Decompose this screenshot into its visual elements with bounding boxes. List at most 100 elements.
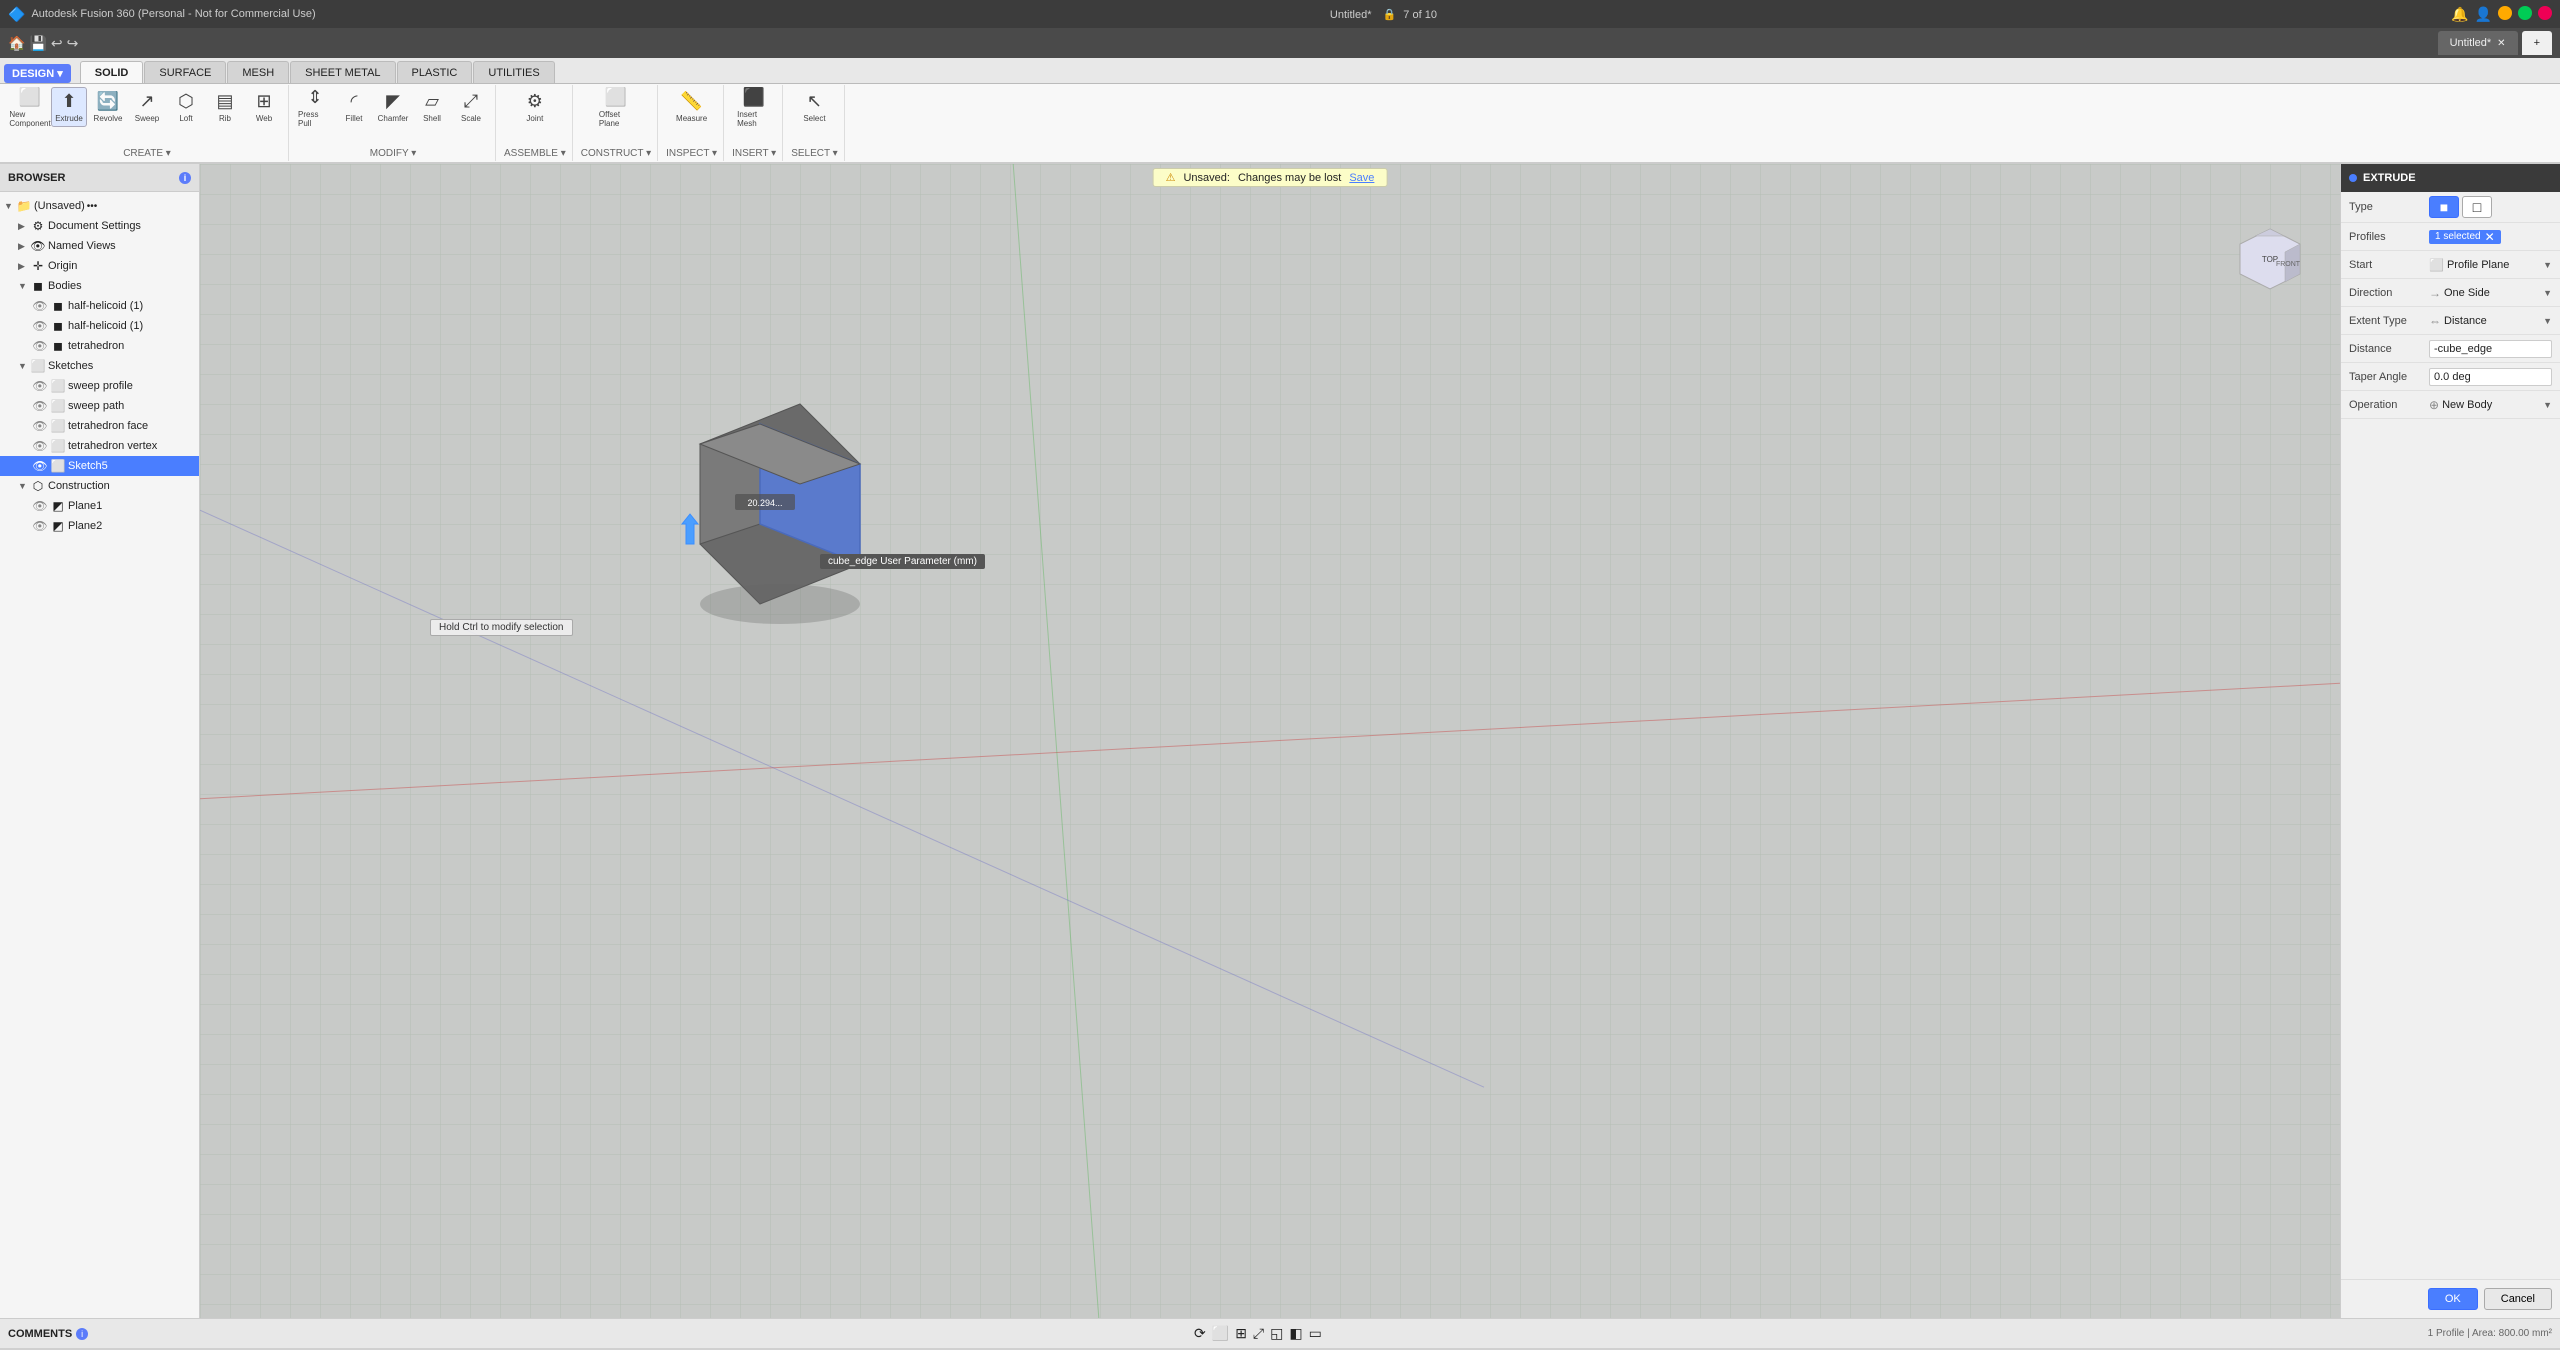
tree-item-tetrahedron[interactable]: 👁 ◼ tetrahedron: [0, 336, 199, 356]
type-solid-btn[interactable]: ■: [2429, 196, 2459, 218]
tree-item-sketch5[interactable]: 👁 ⬜ Sketch5: [0, 456, 199, 476]
tab-close-icon[interactable]: ✕: [2497, 38, 2505, 49]
half-helicoid-1-visibility[interactable]: 👁: [32, 299, 48, 313]
distance-input[interactable]: [2429, 340, 2552, 358]
tab-label: Untitled*: [2450, 37, 2492, 49]
tree-item-tet-face[interactable]: 👁 ⬜ tetrahedron face: [0, 416, 199, 436]
operation-icon: ⊕: [2429, 398, 2439, 412]
taper-angle-input[interactable]: [2429, 368, 2552, 386]
tet-face-visibility[interactable]: 👁: [32, 419, 48, 433]
offset-plane-btn[interactable]: ⬜ Offset Plane: [598, 87, 634, 127]
assemble-group-label[interactable]: ASSEMBLE ▾: [504, 148, 566, 159]
tab-mesh[interactable]: MESH: [227, 61, 289, 83]
modify-group: ⇕ Press Pull ◜ Fillet ◤ Chamfer ▱ Shell …: [291, 85, 496, 161]
operation-dropdown-arrow[interactable]: ▼: [2543, 400, 2552, 410]
cancel-button[interactable]: Cancel: [2484, 1288, 2552, 1310]
extent-type-dropdown-arrow[interactable]: ▼: [2543, 316, 2552, 326]
tab-utilities[interactable]: UTILITIES: [473, 61, 554, 83]
bell-icon[interactable]: 🔔: [2451, 6, 2468, 23]
user-icon[interactable]: 👤: [2475, 6, 2492, 23]
tree-item-sketches[interactable]: ▼ ⬜ Sketches: [0, 356, 199, 376]
home-icon[interactable]: 🏠: [8, 35, 25, 52]
tree-item-plane2[interactable]: 👁 ◩ Plane2: [0, 516, 199, 536]
tree-item-half-helicoid-1[interactable]: 👁 ◼ half-helicoid (1): [0, 296, 199, 316]
tree-item-unsaved[interactable]: ▼ 📁 (Unsaved) •••: [0, 196, 199, 216]
tab-solid[interactable]: SOLID: [80, 61, 144, 83]
rib-btn[interactable]: ▤ Rib: [207, 87, 243, 127]
shell-btn[interactable]: ▱ Shell: [414, 87, 450, 127]
start-dropdown-arrow[interactable]: ▼: [2543, 260, 2552, 270]
minimize-button[interactable]: [2498, 6, 2512, 20]
plane1-visibility[interactable]: 👁: [32, 499, 48, 513]
design-dropdown[interactable]: DESIGN ▾: [4, 64, 71, 83]
modify-group-label[interactable]: MODIFY ▾: [370, 148, 417, 159]
browser-info-button[interactable]: i: [179, 172, 191, 184]
new-component-btn[interactable]: ⬜ New Component: [12, 87, 48, 127]
measure-btn[interactable]: 📏 Measure: [674, 87, 710, 127]
tab-sheet-metal[interactable]: SHEET METAL: [290, 61, 395, 83]
redo-icon[interactable]: ↪: [67, 35, 79, 52]
title-bar-controls[interactable]: 🔔 👤: [2451, 6, 2552, 23]
sketch5-visibility[interactable]: 👁: [32, 459, 48, 473]
tab-untitled[interactable]: Untitled* ✕: [2438, 31, 2518, 55]
scale-btn[interactable]: ⤢ Scale: [453, 87, 489, 127]
insert-mesh-btn[interactable]: ⬛ Insert Mesh: [736, 87, 772, 127]
ground-plane-icon[interactable]: ▭: [1309, 1325, 1322, 1342]
close-button[interactable]: [2538, 6, 2552, 20]
zoom-fit-icon[interactable]: ⤢: [1253, 1325, 1264, 1342]
tree-item-origin[interactable]: ▶ ✛ Origin: [0, 256, 199, 276]
profiles-remove-btn[interactable]: ✕: [2485, 231, 2495, 243]
construct-group-label[interactable]: CONSTRUCT ▾: [581, 148, 651, 159]
comments-info-button[interactable]: i: [76, 1328, 88, 1340]
navigation-cube[interactable]: TOP FRONT: [2230, 224, 2310, 304]
create-group-label[interactable]: CREATE ▾: [123, 148, 171, 159]
tree-item-tet-vertex[interactable]: 👁 ⬜ tetrahedron vertex: [0, 436, 199, 456]
tab-new[interactable]: +: [2522, 31, 2552, 55]
tet-vertex-visibility[interactable]: 👁: [32, 439, 48, 453]
tree-item-half-helicoid-2[interactable]: 👁 ◼ half-helicoid (1): [0, 316, 199, 336]
perspective-icon[interactable]: ◱: [1270, 1325, 1283, 1342]
save-quick-icon[interactable]: 💾: [29, 35, 46, 52]
half-helicoid-2-visibility[interactable]: 👁: [32, 319, 48, 333]
plane2-visibility[interactable]: 👁: [32, 519, 48, 533]
type-surface-btn[interactable]: □: [2462, 196, 2492, 218]
ok-button[interactable]: OK: [2428, 1288, 2478, 1310]
select-group-label[interactable]: SELECT ▾: [791, 148, 838, 159]
sweep-btn[interactable]: ↗ Sweep: [129, 87, 165, 127]
visual-style-icon[interactable]: ◧: [1289, 1325, 1302, 1342]
save-link[interactable]: Save: [1349, 172, 1374, 184]
direction-dropdown-arrow[interactable]: ▼: [2543, 288, 2552, 298]
grid-icon[interactable]: ⊞: [1235, 1325, 1247, 1342]
loft-btn[interactable]: ⬡ Loft: [168, 87, 204, 127]
tree-item-plane1[interactable]: 👁 ◩ Plane1: [0, 496, 199, 516]
inspect-group-label[interactable]: INSPECT ▾: [666, 148, 717, 159]
sweep-profile-visibility[interactable]: 👁: [32, 379, 48, 393]
viewport[interactable]: ⚠ Unsaved: Changes may be lost Save: [200, 164, 2340, 1318]
direction-icon: →: [2429, 286, 2441, 300]
extrude-btn[interactable]: ⬆ Extrude: [51, 87, 87, 127]
undo-icon[interactable]: ↩: [51, 35, 63, 52]
select-btn[interactable]: ↖ Select: [796, 87, 832, 127]
chamfer-btn[interactable]: ◤ Chamfer: [375, 87, 411, 127]
tree-item-sweep-path[interactable]: 👁 ⬜ sweep path: [0, 396, 199, 416]
tab-surface[interactable]: SURFACE: [144, 61, 226, 83]
tree-item-named-views[interactable]: ▶ 👁 Named Views: [0, 236, 199, 256]
joint-btn[interactable]: ⚙ Joint: [517, 87, 553, 127]
maximize-button[interactable]: [2518, 6, 2532, 20]
tetrahedron-visibility[interactable]: 👁: [32, 339, 48, 353]
tree-item-sweep-profile[interactable]: 👁 ⬜ sweep profile: [0, 376, 199, 396]
tree-item-bodies[interactable]: ▼ ◼ Bodies: [0, 276, 199, 296]
fillet-btn[interactable]: ◜ Fillet: [336, 87, 372, 127]
display-mode-icon[interactable]: ⬜: [1212, 1325, 1229, 1342]
profiles-chip[interactable]: 1 selected ✕: [2429, 230, 2501, 244]
orbit-icon[interactable]: ⟳: [1194, 1325, 1206, 1342]
tab-plastic[interactable]: PLASTIC: [397, 61, 473, 83]
web-btn[interactable]: ⊞ Web: [246, 87, 282, 127]
tree-item-doc-settings[interactable]: ▶ ⚙ Document Settings: [0, 216, 199, 236]
sweep-path-visibility[interactable]: 👁: [32, 399, 48, 413]
insert-group-label[interactable]: INSERT ▾: [732, 148, 776, 159]
tree-item-construction[interactable]: ▼ ⬡ Construction: [0, 476, 199, 496]
press-pull-btn[interactable]: ⇕ Press Pull: [297, 87, 333, 127]
revolve-btn[interactable]: 🔄 Revolve: [90, 87, 126, 127]
3d-model[interactable]: 20.294...: [620, 364, 900, 644]
